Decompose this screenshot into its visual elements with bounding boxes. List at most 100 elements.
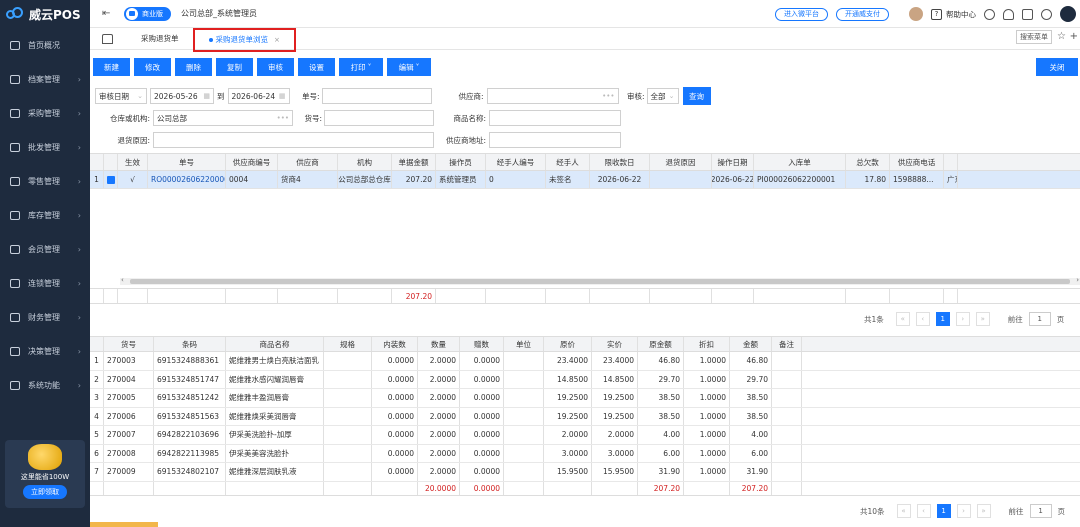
close-button[interactable]: 关闭: [1036, 58, 1078, 76]
company-user: 公司总部_系统管理员: [181, 9, 257, 18]
toolbar-button[interactable]: 编辑 ˅: [387, 58, 431, 76]
last-page-icon[interactable]: »: [975, 312, 990, 326]
toolbar-button[interactable]: 新建: [93, 58, 130, 76]
nav-item-icon: [10, 210, 20, 220]
sidebar-item[interactable]: 连锁管理 ›: [0, 266, 90, 300]
avatar[interactable]: [909, 7, 923, 21]
date-from-input[interactable]: 2026-05-26 ▦: [150, 88, 214, 104]
table-cell: 31.90: [730, 463, 772, 481]
add-tab-icon[interactable]: +: [1070, 31, 1078, 42]
query-button[interactable]: 查询: [682, 87, 711, 105]
checkbox-checked-icon[interactable]: [106, 175, 115, 184]
supplier-input[interactable]: •••: [486, 88, 619, 104]
row-index: 1: [90, 352, 104, 370]
sidebar-item[interactable]: 零售管理 ›: [0, 164, 90, 198]
sidebar-item[interactable]: 采购管理 ›: [0, 96, 90, 130]
table-row[interactable]: 5 270007 6942822103696 伊采美洗脸扑-加厚 0.0000 2.000…: [90, 426, 1080, 445]
sidebar-item[interactable]: 财务管理 ›: [0, 300, 90, 334]
order-no-input[interactable]: [321, 88, 432, 104]
sidebar-item[interactable]: 首页概况: [0, 28, 90, 62]
summary-cell: [324, 481, 372, 495]
supplier-addr-input[interactable]: [489, 132, 621, 148]
edition-badge[interactable]: 商业版: [124, 6, 171, 21]
next-page-icon[interactable]: ›: [956, 504, 971, 518]
toolbar-button[interactable]: 修改: [134, 58, 171, 76]
date-type-select[interactable]: 审核日期 ⌄: [95, 88, 147, 104]
table-row[interactable]: 7 270009 6915324802107 妮维雅深层润肤乳液 0.0000 2.000…: [90, 463, 1080, 482]
table-row[interactable]: 2 270004 6915324851747 妮维雅水感闪耀润唇膏 0.0000 2.00…: [90, 370, 1080, 389]
next-page-icon[interactable]: ›: [955, 312, 970, 326]
summary-cell: [712, 289, 754, 303]
search-menu-button[interactable]: 搜索菜单: [1016, 30, 1052, 44]
toolbar-button[interactable]: 复制: [216, 58, 253, 76]
info-icon[interactable]: [984, 8, 995, 20]
row-index: 2: [90, 370, 104, 388]
toolbar-button[interactable]: 删除: [175, 58, 212, 76]
app-logo[interactable]: 威云POS: [0, 0, 90, 28]
table-cell: [772, 352, 802, 370]
nav-item-icon: [10, 244, 20, 254]
nav-item-icon: [10, 176, 20, 186]
first-page-icon[interactable]: «: [895, 312, 910, 326]
horizontal-scrollbar[interactable]: ‹ ›: [120, 276, 1080, 285]
prev-page-icon[interactable]: ‹: [916, 504, 931, 518]
bell-icon[interactable]: [1003, 8, 1014, 20]
warehouse-label: 仓库或机构:: [109, 113, 150, 123]
sidebar-item[interactable]: 档案管理 ›: [0, 62, 90, 96]
prev-page-icon[interactable]: ‹: [915, 312, 930, 326]
table-row[interactable]: 4 270006 6915324851563 妮维雅焕采美润唇膏 0.0000 2.000…: [90, 407, 1080, 426]
sidebar-item[interactable]: 库存管理 ›: [0, 198, 90, 232]
open-pay-button[interactable]: 开通威支付: [836, 7, 889, 21]
scroll-right-icon[interactable]: ›: [1076, 276, 1079, 284]
goods-no-input[interactable]: [324, 110, 434, 126]
toolbar-button[interactable]: 打印 ˅: [339, 58, 383, 76]
power-icon[interactable]: [1041, 8, 1052, 20]
sidebar-item[interactable]: 会员管理 ›: [0, 232, 90, 266]
goods-name-input[interactable]: [489, 110, 621, 126]
column-header: 原价: [544, 337, 592, 351]
page-number[interactable]: 1: [936, 504, 951, 518]
tab-purchase-return-browse[interactable]: 采购退货单浏览 ×: [192, 27, 296, 52]
table-row[interactable]: 1 270003 6915324888361 妮维雅男士焕白亮肤洁面乳 0.0000 2.…: [90, 352, 1080, 371]
page-number[interactable]: 1: [935, 312, 950, 326]
summary-cell: [546, 289, 590, 303]
goto-input[interactable]: 1: [1028, 312, 1051, 326]
table-row[interactable]: 3 270005 6915324851242 妮维雅丰盈润唇膏 0.0000 2.0000…: [90, 389, 1080, 408]
star-icon[interactable]: ☆: [1057, 31, 1066, 42]
scroll-left-icon[interactable]: ‹: [121, 276, 124, 284]
toolbar-button[interactable]: 审核: [257, 58, 294, 76]
goto-input[interactable]: 1: [1029, 504, 1052, 518]
date-to-input[interactable]: 2026-06-24 ▦: [227, 88, 290, 104]
promo-card[interactable]: 这里能省100W 立即领取: [5, 440, 85, 508]
table-row[interactable]: 6 270008 6942822113985 伊采美美容洗脸扑 0.0000 2.0000…: [90, 444, 1080, 463]
warehouse-input[interactable]: 公司总部 •••: [153, 110, 293, 126]
table-row[interactable]: 1 √ RO000026062200001 0004 货商4 公司总部总仓库 207.20 系…: [90, 171, 1080, 189]
close-tab-icon[interactable]: ×: [274, 36, 280, 44]
more-icon[interactable]: •••: [602, 92, 614, 100]
table-cell: 妮维雅焕采美润唇膏: [226, 407, 324, 425]
sidebar-item[interactable]: 批发管理 ›: [0, 130, 90, 164]
sidebar-item[interactable]: 系统功能 ›: [0, 368, 90, 402]
tab-purchase-return[interactable]: 采购退货单: [127, 28, 193, 50]
sidebar-item-label: 财务管理: [28, 312, 60, 322]
top-bar: ⇤ 商业版 公司总部_系统管理员 进入微平台 开通威支付 ? 帮助中心: [90, 0, 1080, 28]
collapse-menu-icon[interactable]: ⇤: [102, 8, 116, 19]
open-platform-button[interactable]: 进入微平台: [775, 7, 828, 21]
first-page-icon[interactable]: «: [896, 504, 911, 518]
sidebar-item[interactable]: 决策管理 ›: [0, 334, 90, 368]
table-cell: [104, 171, 118, 188]
table-cell: 270006: [104, 407, 154, 425]
toolbar-button[interactable]: 设置: [298, 58, 335, 76]
home-icon[interactable]: [102, 33, 113, 44]
help-icon[interactable]: ?: [931, 8, 942, 20]
cloud-user-icon[interactable]: [1060, 6, 1076, 22]
audit-select[interactable]: 全部 ⌄: [646, 88, 679, 104]
last-page-icon[interactable]: »: [976, 504, 991, 518]
chevron-right-icon: ›: [77, 380, 81, 390]
help-center-link[interactable]: 帮助中心: [946, 9, 976, 20]
more-icon[interactable]: •••: [277, 114, 289, 122]
lock-icon[interactable]: [1022, 8, 1033, 20]
reason-input[interactable]: [153, 132, 434, 148]
scrollbar-thumb[interactable]: [130, 279, 1070, 284]
promo-button[interactable]: 立即领取: [23, 485, 67, 499]
